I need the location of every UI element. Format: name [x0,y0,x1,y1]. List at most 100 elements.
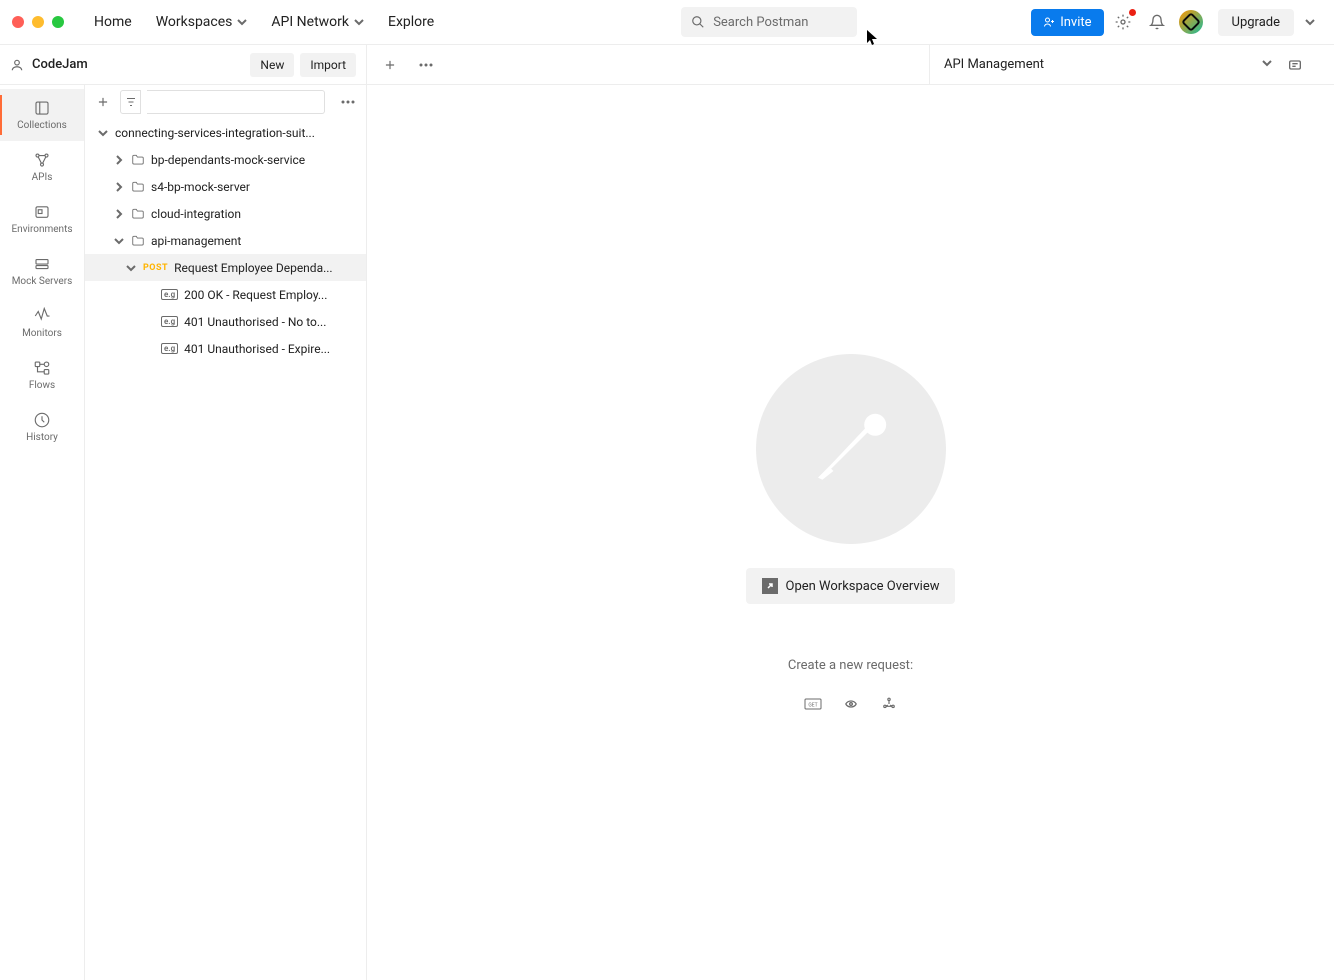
dots-icon [419,63,433,67]
new-http-request[interactable]: GET [804,697,822,711]
example-item[interactable]: e.g 401 Unauthorised - Expire... [85,335,366,362]
folder-name: cloud-integration [151,207,241,221]
new-request-icons: GET [804,697,898,711]
top-bar: Home Workspaces API Network Explore Sear… [0,0,1334,45]
search-input[interactable]: Search Postman [681,7,857,37]
chevron-down-icon [114,236,124,246]
open-workspace-overview-button[interactable]: Open Workspace Overview [746,568,956,604]
folder-item[interactable]: s4-bp-mock-server [85,173,366,200]
eye-icon [1287,57,1303,73]
workspace-header: CodeJam New Import API Management [0,45,1334,85]
new-graphql-request[interactable] [880,697,898,711]
monitors-icon [33,307,51,325]
content-area: Open Workspace Overview Create a new req… [367,85,1334,980]
sidebar-filter-input[interactable] [147,90,325,114]
chevron-down-icon [1305,17,1315,27]
chevron-down-icon [98,128,108,138]
folder-name: api-management [151,234,241,248]
notifications-button[interactable] [1142,7,1172,37]
nav-explore[interactable]: Explore [378,8,444,36]
nav-home[interactable]: Home [84,8,142,36]
tab-menu-button[interactable] [413,52,439,78]
rail-mock-servers[interactable]: Mock Servers [0,245,84,297]
plus-icon [96,95,110,109]
rail-label: Monitors [22,328,62,339]
rail-collections[interactable]: Collections [0,89,84,141]
nav-workspaces[interactable]: Workspaces [146,8,258,36]
method-badge: POST [143,263,168,273]
folder-name: s4-bp-mock-server [151,180,250,194]
avatar-button[interactable] [1176,7,1206,37]
sidebar-toolbar [85,85,366,119]
example-icon: e.g [161,316,178,327]
filter-button[interactable] [120,90,141,114]
folder-icon [131,207,145,221]
window-controls [12,16,64,28]
open-icon [762,578,778,594]
close-window[interactable] [12,16,24,28]
chevron-down-icon [126,263,136,273]
create-request-hint: Create a new request: [788,658,913,673]
main-area: Collections APIs Environments Mock Serve… [0,85,1334,980]
folder-name: bp-dependants-mock-service [151,153,305,167]
settings-button[interactable] [1108,7,1138,37]
rail-history[interactable]: History [0,401,84,453]
collections-sidebar: connecting-services-integration-suit... … [85,85,367,980]
folder-item[interactable]: cloud-integration [85,200,366,227]
rail-label: Environments [11,224,72,235]
nav-workspaces-label: Workspaces [156,14,233,30]
folder-icon [131,180,145,194]
notification-badge [1129,9,1136,16]
tab-bar: API Management [367,45,1334,84]
http-icon: GET [804,698,822,710]
rail-label: Mock Servers [12,276,73,287]
postman-logo [756,354,946,544]
person-add-icon [1043,16,1055,28]
minimize-window[interactable] [32,16,44,28]
upgrade-button[interactable]: Upgrade [1218,9,1294,36]
example-name: 401 Unauthorised - Expire... [184,342,330,356]
svg-text:GET: GET [808,703,817,709]
import-button[interactable]: Import [300,53,356,77]
nav-api-network[interactable]: API Network [261,8,374,36]
gear-icon [1115,14,1131,30]
collections-tree: connecting-services-integration-suit... … [85,119,366,980]
example-name: 200 OK - Request Employ... [184,288,327,302]
folder-item[interactable]: api-management [85,227,366,254]
search-icon [691,15,705,29]
sidebar-more-button[interactable] [337,90,358,114]
avatar [1179,10,1203,34]
collection-name: connecting-services-integration-suit... [115,126,315,140]
cursor-icon [867,30,879,46]
workspace-name: CodeJam [32,57,88,72]
folder-item[interactable]: bp-dependants-mock-service [85,146,366,173]
example-item[interactable]: e.g 200 OK - Request Employ... [85,281,366,308]
example-item[interactable]: e.g 401 Unauthorised - No to... [85,308,366,335]
history-icon [33,411,51,429]
collection-root[interactable]: connecting-services-integration-suit... [85,119,366,146]
environment-selector[interactable]: API Management [929,45,1324,84]
request-item[interactable]: POST Request Employee Dependa... [85,254,366,281]
invite-button[interactable]: Invite [1031,9,1103,36]
rail-monitors[interactable]: Monitors [0,297,84,349]
maximize-window[interactable] [52,16,64,28]
new-websocket-request[interactable] [842,697,860,711]
workspace-selector[interactable]: CodeJam New Import [0,45,367,84]
new-tab-button[interactable] [377,52,403,78]
filter-icon [125,96,137,108]
chevron-down-icon [354,17,364,27]
add-collection-button[interactable] [93,90,114,114]
chevron-down-icon [1262,58,1272,68]
folder-icon [131,153,145,167]
upgrade-menu[interactable] [1298,7,1322,37]
rail-flows[interactable]: Flows [0,349,84,401]
chevron-right-icon [114,155,124,165]
request-name: Request Employee Dependa... [174,261,332,275]
collections-icon [33,99,51,117]
rail-label: Flows [29,380,55,391]
rail-apis[interactable]: APIs [0,141,84,193]
rail-environments[interactable]: Environments [0,193,84,245]
rail-label: History [26,432,58,443]
new-button[interactable]: New [250,53,294,77]
environment-quick-look[interactable] [1280,57,1310,73]
